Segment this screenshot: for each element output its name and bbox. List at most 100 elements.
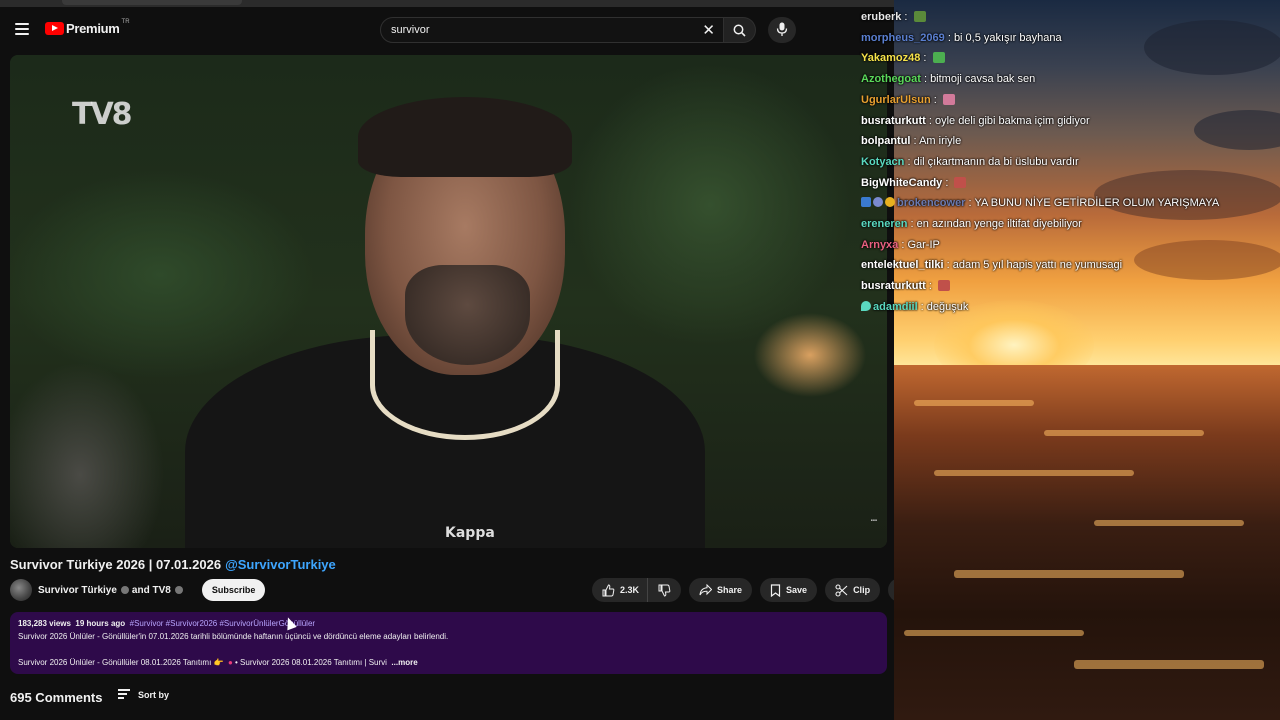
chat-username[interactable]: entelektuel_tilki bbox=[861, 259, 944, 271]
chat-username[interactable]: Arnyxa bbox=[861, 239, 898, 251]
dislike-button[interactable] bbox=[648, 578, 682, 602]
description-box[interactable]: 183,283 views 19 hours ago #Survivor #Su… bbox=[10, 612, 887, 674]
subscriber-badge-icon bbox=[861, 197, 871, 208]
video-person-collar bbox=[370, 330, 560, 440]
chat-username[interactable]: bolpantul bbox=[861, 135, 911, 147]
chat-username[interactable]: morpheus_2069 bbox=[861, 32, 945, 44]
search-icon bbox=[733, 24, 746, 37]
share-button[interactable]: Share bbox=[689, 578, 753, 602]
chat-separator: : bbox=[901, 11, 911, 23]
red-dot-icon: ● bbox=[227, 658, 233, 667]
show-more-link[interactable]: ...more bbox=[391, 658, 417, 667]
chat-text: YA BUNU NİYE GETİRDİLER OLUM YARIŞMAYA bbox=[974, 197, 1220, 210]
voice-search-button[interactable] bbox=[768, 17, 796, 43]
scissors-icon bbox=[835, 583, 848, 597]
share-icon bbox=[699, 584, 713, 596]
channel-name[interactable]: Survivor Türkiye and TV8 bbox=[38, 585, 186, 596]
chat-username[interactable]: Kotyacn bbox=[861, 156, 904, 168]
description-line-3: Survivor 2026 Ünlüler - Gönüllüler 08.01… bbox=[18, 656, 879, 669]
chat-text: en azından yenge iltifat diyebiliyor bbox=[916, 218, 1082, 230]
chat-separator: : bbox=[942, 176, 952, 189]
chat-username[interactable]: ereneren bbox=[861, 218, 907, 230]
chat-username[interactable]: Azothegoat bbox=[861, 73, 921, 85]
corner-watermark: ▪▪▪ bbox=[870, 518, 877, 524]
chat-username[interactable]: eruberk bbox=[861, 11, 901, 23]
heart-badge-icon bbox=[873, 197, 883, 208]
chat-text: dil çıkartmanın da bi üslubu vardır bbox=[913, 155, 1079, 168]
clip-label: Clip bbox=[853, 585, 871, 595]
comments-count: 695 Comments bbox=[10, 690, 103, 705]
chat-message: eruberk : bbox=[861, 11, 926, 29]
chat-username[interactable]: Yakamoz48 bbox=[861, 52, 920, 64]
chat-message: Arnyxa : Gar-IP bbox=[861, 239, 940, 257]
hamburger-menu-icon[interactable] bbox=[15, 23, 29, 35]
chat-separator: : bbox=[925, 280, 935, 293]
chat-text: adam 5 yıl hapis yattı ne yumusagi bbox=[952, 259, 1123, 272]
water-glint bbox=[1094, 520, 1244, 526]
water-glint bbox=[1074, 660, 1264, 669]
description-promo-a: Survivor 2026 Ünlüler - Gönüllüler 08.01… bbox=[18, 658, 224, 667]
youtube-window: Premium TR ✕ TV8 Kappa ▪▪▪ Survivor Türk… bbox=[0, 0, 894, 720]
browser-tab[interactable] bbox=[62, 0, 242, 5]
video-title: Survivor Türkiye 2026 | 07.01.2026 @Survi… bbox=[10, 557, 336, 572]
view-count: 183,283 views bbox=[18, 619, 71, 628]
chat-username[interactable]: brokencower bbox=[897, 197, 965, 209]
microphone-icon bbox=[776, 22, 788, 36]
description-line: Survivor 2026 Ünlüler - Gönüllüler'in 07… bbox=[18, 632, 449, 641]
chat-emote-icon bbox=[937, 280, 950, 292]
video-player[interactable]: TV8 Kappa ▪▪▪ bbox=[10, 55, 887, 548]
avatar[interactable] bbox=[10, 579, 32, 601]
video-actions: 2.3K Share Save Clip bbox=[592, 578, 894, 602]
sort-by-button[interactable]: Sort by bbox=[118, 689, 169, 701]
chat-username[interactable]: busraturkutt bbox=[861, 280, 926, 292]
chat-text: Am iriyle bbox=[919, 135, 962, 148]
chat-message: BigWhiteCandy : bbox=[861, 176, 967, 195]
chat-username[interactable]: UgurlarUlsun bbox=[861, 94, 931, 106]
clip-button[interactable]: Clip bbox=[825, 578, 881, 602]
shirt-logo: Kappa bbox=[445, 525, 495, 541]
chat-separator: : bbox=[925, 114, 935, 127]
like-button[interactable]: 2.3K bbox=[592, 578, 649, 602]
thumbs-down-icon bbox=[658, 584, 671, 597]
chat-username[interactable]: adamdiil bbox=[873, 301, 918, 313]
heart-badge-icon bbox=[861, 300, 871, 311]
search-button[interactable] bbox=[724, 17, 756, 43]
chat-emote-icon bbox=[913, 11, 926, 22]
subscribe-button[interactable]: Subscribe bbox=[201, 579, 266, 601]
chat-message: busraturkutt : oyle deli gibi bakma içim… bbox=[861, 115, 1090, 133]
chat-overlay: eruberk : morpheus_2069 : bi 0,5 yakışır… bbox=[861, 0, 1280, 320]
description-meta: 183,283 views 19 hours ago #Survivor #Su… bbox=[18, 617, 879, 630]
water-glint bbox=[904, 630, 1084, 636]
chat-separator: : bbox=[907, 218, 917, 230]
title-handle-link[interactable]: @SurvivorTurkiye bbox=[225, 557, 336, 572]
youtube-premium-logo[interactable]: Premium TR bbox=[45, 19, 130, 36]
search-input[interactable] bbox=[391, 24, 691, 36]
sort-icon bbox=[118, 689, 130, 701]
save-button[interactable]: Save bbox=[760, 578, 818, 602]
water-glint bbox=[954, 570, 1184, 578]
chat-separator: : bbox=[904, 155, 914, 168]
chat-username[interactable]: BigWhiteCandy bbox=[861, 177, 942, 189]
chat-message: Azothegoat : bitmoji cavsa bak sen bbox=[861, 73, 1035, 91]
chat-message: entelektuel_tilki : adam 5 yıl hapis yat… bbox=[861, 259, 1122, 277]
close-icon[interactable]: ✕ bbox=[702, 21, 715, 39]
water-glint bbox=[1044, 430, 1204, 436]
chat-emote-icon bbox=[942, 93, 955, 105]
chat-separator: : bbox=[920, 52, 930, 65]
channel-name-text: Survivor Türkiye bbox=[38, 584, 117, 596]
video-title-text: Survivor Türkiye 2026 | 07.01.2026 bbox=[10, 557, 222, 572]
like-count: 2.3K bbox=[620, 585, 640, 595]
browser-tab-strip bbox=[0, 0, 894, 7]
chat-separator: : bbox=[917, 300, 927, 313]
logo-text: Premium bbox=[66, 21, 120, 36]
chat-message: Yakamoz48 : bbox=[861, 52, 945, 70]
sort-label: Sort by bbox=[138, 690, 170, 700]
upload-age: 19 hours ago bbox=[75, 619, 126, 628]
chat-username[interactable]: busraturkutt bbox=[861, 115, 926, 127]
save-label: Save bbox=[786, 585, 808, 595]
chat-emote-icon bbox=[954, 176, 967, 188]
verified-icon bbox=[174, 585, 183, 594]
chat-text: bi 0,5 yakışır bayhana bbox=[953, 31, 1062, 44]
masthead: Premium TR ✕ bbox=[0, 7, 894, 53]
chat-text: değuşuk bbox=[926, 300, 969, 313]
